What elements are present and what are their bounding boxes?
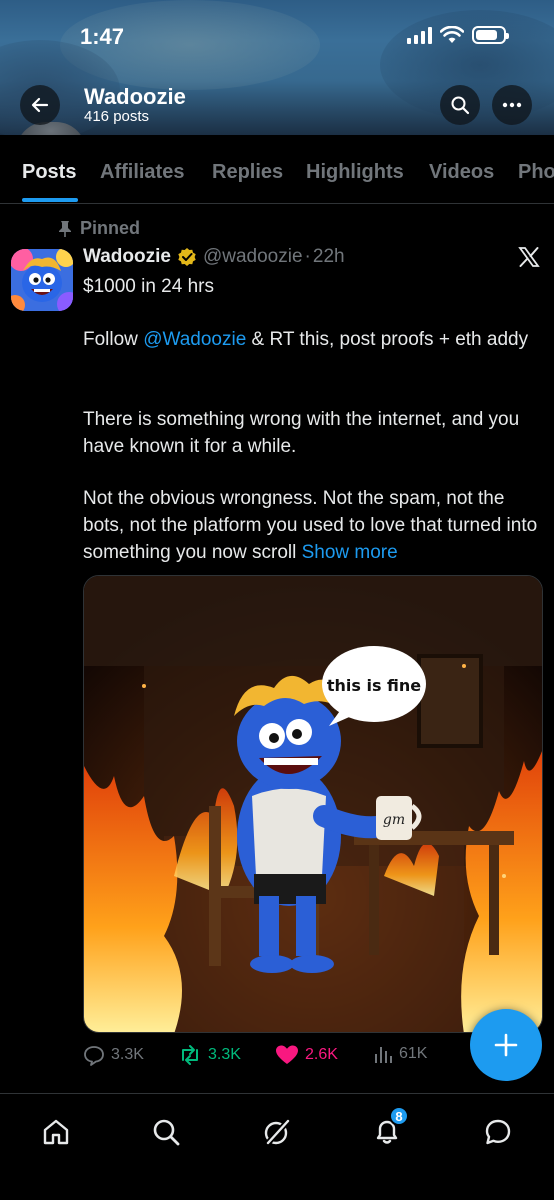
post-text-line1: $1000 in 24 hrs xyxy=(83,276,214,297)
bottom-navigation: 8 xyxy=(0,1093,554,1200)
tab-videos[interactable]: Videos xyxy=(429,161,494,184)
notifications-badge: 8 xyxy=(389,1106,409,1126)
search-icon xyxy=(153,1119,180,1146)
x-logo-icon xyxy=(518,247,540,267)
nav-notifications[interactable]: 8 xyxy=(367,1106,409,1152)
this-is-fine-illustration: gm this is fine xyxy=(84,576,542,1032)
tab-photos[interactable]: Pho xyxy=(518,161,554,184)
more-dots-icon xyxy=(502,102,522,108)
pinned-label: Pinned xyxy=(80,218,141,238)
pinned-indicator: Pinned xyxy=(58,218,140,239)
post-actions: 3.3K 3.3K 2.6K 61K xyxy=(83,1040,463,1072)
nav-search[interactable] xyxy=(146,1112,186,1152)
analytics-icon xyxy=(375,1047,392,1063)
profile-banner: 1:47 Wadoozie 416 posts xyxy=(0,0,554,135)
status-icons xyxy=(407,26,509,44)
grok-icon xyxy=(264,1118,291,1146)
views-button[interactable]: 61K xyxy=(373,1044,427,1064)
reply-count: 3.3K xyxy=(111,1046,144,1063)
tab-posts[interactable]: Posts xyxy=(22,161,76,184)
post-separator: · xyxy=(304,246,311,267)
chat-bubble-icon xyxy=(485,1119,511,1145)
post-text-line2: Follow @Wadoozie & RT this, post proofs … xyxy=(83,326,543,353)
tab-highlights[interactable]: Highlights xyxy=(306,161,404,184)
home-icon xyxy=(43,1119,69,1145)
back-button[interactable] xyxy=(20,85,60,125)
cellular-signal-icon xyxy=(407,26,432,44)
post-text-follow: Follow xyxy=(83,329,144,350)
post-text-paragraph2: There is something wrong with the intern… xyxy=(83,409,520,457)
post-text-paragraph3: Not the obvious wrongness. Not the spam,… xyxy=(83,485,538,566)
post-time[interactable]: 22h xyxy=(313,246,345,268)
more-button[interactable] xyxy=(492,85,532,125)
search-button[interactable] xyxy=(440,85,480,125)
pin-icon xyxy=(59,220,71,237)
profile-tabs: Posts Affiliates Replies Highlights Vide… xyxy=(0,135,554,204)
show-more-link[interactable]: Show more xyxy=(302,542,398,563)
like-count: 2.6K xyxy=(305,1046,338,1063)
active-tab-indicator xyxy=(22,198,78,202)
like-button[interactable]: 2.6K xyxy=(275,1044,338,1066)
tab-replies[interactable]: Replies xyxy=(212,161,283,184)
nav-home[interactable] xyxy=(36,1112,76,1152)
nav-messages[interactable] xyxy=(478,1112,518,1152)
arrow-left-icon xyxy=(31,97,49,113)
post-text-rt: & RT this, post proofs + eth addy xyxy=(246,329,529,350)
mention-link[interactable]: @Wadoozie xyxy=(143,329,246,350)
post-image[interactable]: gm this is fine xyxy=(83,575,543,1033)
profile-name: Wadoozie xyxy=(84,84,186,109)
nav-grok[interactable] xyxy=(257,1112,297,1152)
tab-affiliates[interactable]: Affiliates xyxy=(100,161,184,184)
wifi-icon xyxy=(440,26,464,43)
plus-icon xyxy=(494,1033,518,1057)
profile-post-count: 416 posts xyxy=(84,108,150,125)
post-author-avatar[interactable] xyxy=(11,249,73,311)
avatar-image xyxy=(11,249,73,311)
views-count: 61K xyxy=(399,1045,428,1062)
speech-bubble-text: this is fine xyxy=(327,676,421,695)
reply-icon xyxy=(84,1046,104,1066)
heart-icon xyxy=(276,1045,298,1064)
status-time: 1:47 xyxy=(80,24,125,49)
repost-icon xyxy=(182,1045,198,1065)
post-author-handle[interactable]: @wadoozie xyxy=(203,246,303,268)
grok-x-button[interactable] xyxy=(518,246,540,273)
compose-button[interactable] xyxy=(470,1009,542,1081)
repost-button[interactable]: 3.3K xyxy=(178,1044,241,1066)
verified-badge-icon xyxy=(178,248,196,266)
battery-icon xyxy=(472,26,509,44)
repost-count: 3.3K xyxy=(208,1046,241,1063)
post-author-name[interactable]: Wadoozie xyxy=(83,246,171,268)
reply-button[interactable]: 3.3K xyxy=(83,1044,144,1066)
search-icon xyxy=(451,96,470,115)
mug-text: gm xyxy=(383,812,405,828)
post-header: Wadoozie @wadoozie · 22h xyxy=(83,246,345,268)
